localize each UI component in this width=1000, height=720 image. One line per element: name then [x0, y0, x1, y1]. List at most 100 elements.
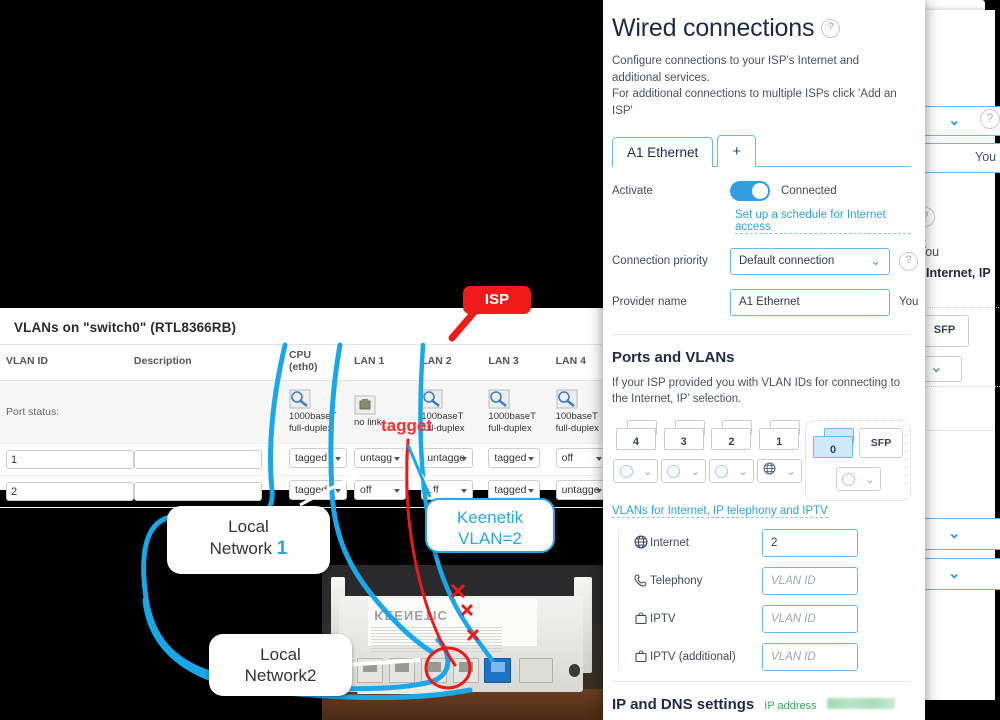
callout-line-1: Keenetik [456, 508, 524, 527]
chevron-down-icon: ⌄ [948, 565, 961, 582]
vlan-lan3-select[interactable]: tagged [488, 447, 541, 468]
vlan-cpu-cell: tagged [282, 475, 348, 508]
vlan-lan2-select[interactable]: off [421, 479, 474, 500]
ethernet-port-icon[interactable]: 1 [759, 420, 801, 451]
wan-port-top: 0 SFP [813, 428, 903, 459]
question-mark-icon[interactable]: ? [821, 19, 841, 38]
wan-port-assignment-dropdown[interactable]: ⌄ [835, 467, 881, 492]
port-status-duplex: full-duplex [488, 422, 532, 434]
screenshot-stage: ⌄ ? You ? You he Internet, IP SFP ⌄ ⌄ ⌄ … [0, 0, 1000, 720]
photo-fineprint [371, 627, 502, 652]
col-description: Description [127, 344, 283, 381]
vlan-cpu-select[interactable]: tagged [288, 447, 347, 468]
vlan-lan3-cell: tagged [482, 443, 550, 476]
vlan-id-input[interactable]: 1 [6, 449, 134, 469]
question-mark-icon[interactable]: ? [899, 251, 918, 271]
connection-priority-label: Connection priority [612, 255, 708, 268]
ip-dns-header: IP and DNS settings IP address [612, 696, 911, 713]
vlan-telephony-input[interactable]: VLAN ID [762, 567, 858, 596]
vlan-lan2-select[interactable]: untagge [421, 447, 474, 468]
vlan-lan3-select[interactable]: tagged [488, 479, 541, 500]
ethernet-port-icon-wan[interactable]: 0 [813, 428, 854, 459]
activate-toggle[interactable] [730, 180, 770, 201]
ethernet-port-icon[interactable]: 3 [663, 420, 705, 451]
vlan-id-cell: 2 [0, 475, 134, 508]
port-assignment-dropdown[interactable]: ⌄ [613, 459, 659, 484]
vlan-cpu-cell: tagged [282, 443, 348, 476]
chevron-down-icon: ⌄ [738, 465, 748, 478]
plug-connected-icon [289, 389, 311, 409]
port-status-speed: 1000baseT [488, 411, 536, 422]
photo-router-foot [356, 685, 444, 694]
list-item-iptv-additional: IPTV (additional) VLAN ID [631, 643, 911, 672]
ethernet-port-icon[interactable]: 4 [615, 420, 657, 451]
port-assignment-dropdown[interactable]: ⌄ [661, 459, 707, 484]
schedule-link[interactable]: Set up a schedule for Internet access [735, 209, 911, 234]
vlan-lan4-select[interactable]: off [555, 447, 608, 468]
vlan-description-input[interactable] [133, 481, 262, 501]
vlan-telephony-placeholder: VLAN ID [771, 575, 816, 588]
ip-address-label: IP address [764, 700, 817, 713]
circle-empty-icon [667, 464, 681, 478]
col-lan1: LAN 1 [348, 344, 416, 381]
help-icon[interactable]: ? [980, 109, 1000, 129]
callout-line-1: Local [260, 645, 301, 664]
list-item-internet: Internet 2 [631, 529, 911, 558]
vlan-internet-input[interactable]: 2 [762, 529, 858, 558]
tab-a1-ethernet[interactable]: A1 Ethernet [612, 137, 714, 168]
bg-sfp-box[interactable]: SFP [920, 315, 969, 347]
vlan-id-input[interactable]: 2 [6, 481, 134, 501]
callout-highlight: 1 [276, 538, 288, 560]
port-group-2: 2 ⌄ [708, 420, 756, 484]
provider-name-value: A1 Ethernet [739, 296, 800, 309]
connection-priority-select[interactable]: Default connection ⌄ [730, 247, 890, 275]
callout-local-network-1: Local Network 1 [167, 506, 330, 574]
vlan-lan4-select[interactable]: untagge [555, 479, 608, 500]
chevron-down-icon: ⌄ [642, 465, 653, 478]
sfp-port-box[interactable]: SFP [859, 428, 903, 459]
tv-icon [631, 649, 650, 666]
vlan-lan1-select[interactable]: untagg [354, 447, 406, 468]
provider-name-input[interactable]: A1 Ethernet [730, 288, 890, 316]
vlan-item-label: Telephony [650, 575, 703, 588]
port-number: 1 [776, 436, 783, 449]
port-group-4: 4 ⌄ [612, 420, 660, 484]
list-item-iptv: IPTV VLAN ID [631, 605, 911, 634]
vlan-switch-panel: VLANs on "switch0" (RTL8366RB) VLAN ID D… [0, 308, 760, 508]
col-lan3: LAN 3 [482, 344, 550, 381]
vlan-desc-cell [127, 475, 283, 508]
vlan-panel-title: VLANs on "switch0" (RTL8366RB) [14, 320, 237, 335]
ports-vlans-heading: Ports and VLANs [612, 348, 735, 366]
vlan-lan2-cell: off [415, 475, 483, 508]
chevron-down-icon: ⌄ [948, 525, 961, 542]
vlan-item-label: IPTV (additional) [650, 651, 736, 664]
page-title-text: Wired connections [612, 14, 815, 42]
photo-lan-port-1 [452, 658, 480, 684]
tab-bar: A1 Ethernet + [612, 134, 911, 168]
photo-wan-port-0 [484, 658, 512, 684]
connection-priority-row: Connection priority Default connection ⌄… [612, 247, 918, 275]
chevron-down-icon: ⌄ [948, 112, 961, 129]
activate-row: Activate Connected [612, 180, 911, 201]
intro-line-2: For additional connections to multiple I… [612, 88, 897, 118]
connection-priority-value: Default connection [739, 255, 835, 268]
vlan-id-cell: 1 [0, 443, 134, 476]
ethernet-port-icon[interactable]: 2 [711, 420, 753, 451]
vlan-lan2-cell: untagge [415, 443, 483, 476]
vlan-internet-value: 2 [771, 537, 778, 550]
port-number: 3 [680, 436, 687, 449]
port-assignment-dropdown[interactable]: ⌄ [708, 459, 754, 484]
vlans-section-link[interactable]: VLANs for Internet, IP telephony and IPT… [612, 505, 828, 519]
vlan-iptv-additional-input[interactable]: VLAN ID [762, 643, 858, 672]
vlan-iptv-additional-placeholder: VLAN ID [771, 651, 816, 664]
port-group-3: 3 ⌄ [660, 420, 708, 484]
vlan-iptv-input[interactable]: VLAN ID [762, 605, 858, 634]
port-assignment-dropdown[interactable]: ⌄ [756, 459, 802, 484]
provider-name-label: Provider name [612, 296, 687, 309]
vlan-description-input[interactable] [133, 449, 262, 469]
vlan-lan1-select[interactable]: off [354, 479, 406, 500]
port-status-label: Port status: [0, 380, 128, 444]
phone-icon [631, 573, 650, 590]
tab-add-isp[interactable]: + [717, 135, 757, 168]
vlan-cpu-select[interactable]: tagged [288, 479, 347, 500]
